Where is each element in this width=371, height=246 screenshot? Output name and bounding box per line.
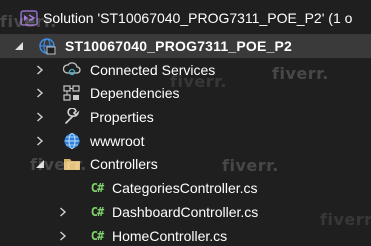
dependencies-icon bbox=[63, 84, 81, 102]
tree-item-label: Controllers bbox=[90, 156, 158, 172]
tree-item-label: Properties bbox=[90, 109, 154, 125]
tree-item-label: DashboardController.cs bbox=[112, 204, 259, 220]
expand-chevron-icon[interactable] bbox=[56, 200, 70, 224]
wrench-icon bbox=[63, 108, 81, 126]
expand-chevron-icon[interactable] bbox=[56, 224, 70, 246]
project-row[interactable]: ST10067040_PROG7311_POE_P2 bbox=[0, 34, 371, 58]
collapse-triangle-icon[interactable] bbox=[33, 152, 47, 176]
csharp-file-icon: C# bbox=[90, 181, 104, 195]
solution-label: Solution 'ST10067040_PROG7311_POE_P2' (1… bbox=[43, 10, 353, 26]
connected-services-icon bbox=[63, 61, 81, 79]
tree-item-label: wwwroot bbox=[90, 133, 145, 149]
tree-item-controllers[interactable]: Controllers bbox=[0, 152, 371, 176]
solution-icon bbox=[20, 9, 38, 27]
tree-item-label: Dependencies bbox=[90, 85, 180, 101]
tree-item-connected-services[interactable]: Connected Services bbox=[0, 58, 371, 82]
tree-item-properties[interactable]: Properties bbox=[0, 105, 371, 129]
tree-item-categories-controller[interactable]: C# CategoriesController.cs bbox=[0, 176, 371, 200]
collapse-triangle-icon[interactable] bbox=[12, 34, 26, 58]
tree-item-dashboard-controller[interactable]: C# DashboardController.cs bbox=[0, 200, 371, 224]
expand-chevron-icon[interactable] bbox=[33, 58, 47, 82]
expand-chevron-icon[interactable] bbox=[33, 81, 47, 105]
folder-icon bbox=[63, 155, 81, 173]
project-label: ST10067040_PROG7311_POE_P2 bbox=[65, 38, 293, 54]
tree-item-label: Connected Services bbox=[90, 62, 216, 78]
web-project-icon bbox=[38, 37, 56, 55]
tree-item-dependencies[interactable]: Dependencies bbox=[0, 81, 371, 105]
expand-chevron-icon[interactable] bbox=[33, 105, 47, 129]
tree-item-label: HomeController.cs bbox=[112, 228, 228, 244]
tree-item-home-controller[interactable]: C# HomeController.cs bbox=[0, 224, 371, 246]
csharp-file-icon: C# bbox=[90, 205, 104, 219]
tree-item-label: CategoriesController.cs bbox=[112, 180, 258, 196]
globe-icon bbox=[63, 132, 81, 150]
expand-chevron-icon[interactable] bbox=[33, 129, 47, 153]
solution-row[interactable]: Solution 'ST10067040_PROG7311_POE_P2' (1… bbox=[0, 6, 371, 30]
tree-item-wwwroot[interactable]: wwwroot bbox=[0, 129, 371, 153]
csharp-file-icon: C# bbox=[90, 229, 104, 243]
